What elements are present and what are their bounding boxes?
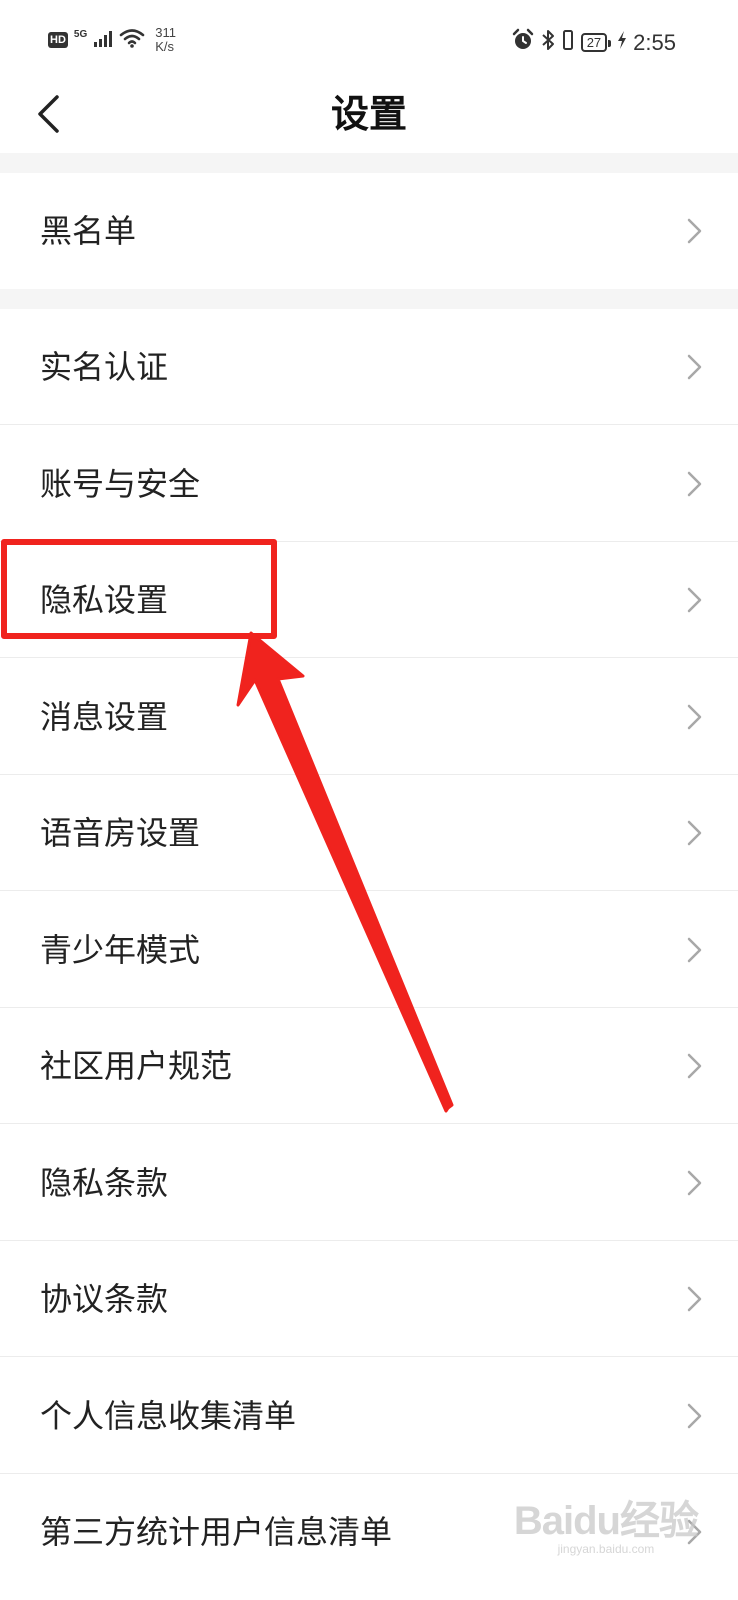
settings-item-privacy-terms[interactable]: 隐私条款	[0, 1125, 738, 1241]
chevron-right-icon	[687, 1053, 702, 1079]
settings-item-label: 黑名单	[40, 212, 137, 250]
row-separator	[0, 1356, 738, 1357]
row-separator	[0, 1123, 738, 1124]
settings-item-label: 青少年模式	[40, 931, 201, 969]
battery-indicator: 27	[580, 33, 612, 52]
speed-value: 311	[155, 25, 176, 40]
settings-item-label: 语音房设置	[40, 814, 201, 852]
settings-item-account-security[interactable]: 账号与安全	[0, 426, 738, 542]
status-bar: HD 5G 311 K/s 27 2:55	[0, 0, 738, 84]
settings-item-label: 实名认证	[40, 348, 169, 386]
hd-badge: HD	[48, 32, 68, 48]
chevron-right-icon	[687, 704, 702, 730]
alarm-icon	[511, 28, 535, 57]
chevron-right-icon	[687, 471, 702, 497]
settings-item-agreement-terms[interactable]: 协议条款	[0, 1241, 738, 1357]
row-separator	[0, 890, 738, 891]
signal-icon	[93, 29, 113, 51]
nav-bar: 设置	[0, 84, 738, 152]
chevron-right-icon	[687, 1403, 702, 1429]
chevron-right-icon	[687, 354, 702, 380]
speed-unit: K/s	[155, 39, 175, 54]
settings-item-label: 第三方统计用户信息清单	[40, 1513, 393, 1551]
baidu-watermark: Baidu经验 jingyan.baidu.com	[513, 1499, 699, 1556]
clock-time: 2:55	[633, 29, 676, 55]
wifi-icon	[119, 28, 145, 52]
charging-icon	[617, 30, 627, 55]
status-left: HD 5G 311 K/s	[48, 26, 176, 54]
settings-item-label: 协议条款	[40, 1280, 169, 1318]
settings-item-label: 消息设置	[40, 698, 169, 736]
chevron-right-icon	[687, 587, 702, 613]
chevron-right-icon	[687, 1170, 702, 1196]
network-type: 5G	[73, 28, 88, 40]
page-title: 设置	[330, 92, 407, 136]
chevron-right-icon	[687, 1286, 702, 1312]
settings-item-real-name-auth[interactable]: 实名认证	[0, 309, 738, 425]
settings-item-personal-info-list[interactable]: 个人信息收集清单	[0, 1358, 738, 1474]
status-right: 27 2:55	[511, 28, 676, 57]
settings-item-label: 隐私条款	[40, 1164, 169, 1202]
watermark-logo: Baidu经验	[513, 1499, 699, 1543]
annotation-highlight-box	[1, 539, 277, 639]
row-separator	[0, 657, 738, 658]
section-divider-top	[0, 153, 738, 173]
chevron-right-icon	[687, 218, 702, 244]
network-speed: 311 K/s	[155, 26, 176, 54]
settings-item-label: 账号与安全	[40, 465, 201, 503]
vibrate-icon	[561, 29, 575, 56]
section-divider-middle	[0, 289, 738, 309]
settings-item-label: 个人信息收集清单	[40, 1397, 297, 1435]
settings-item-label: 社区用户规范	[40, 1047, 233, 1085]
settings-item-message-settings[interactable]: 消息设置	[0, 659, 738, 775]
watermark-url: jingyan.baidu.com	[557, 1542, 655, 1556]
settings-item-blacklist[interactable]: 黑名单	[0, 173, 738, 289]
chevron-right-icon	[687, 937, 702, 963]
settings-item-youth-mode[interactable]: 青少年模式	[0, 892, 738, 1008]
chevron-right-icon	[687, 820, 702, 846]
settings-item-community-rules[interactable]: 社区用户规范	[0, 1008, 738, 1124]
row-separator	[0, 424, 738, 425]
settings-item-voice-room-settings[interactable]: 语音房设置	[0, 775, 738, 891]
bluetooth-icon	[541, 29, 555, 56]
